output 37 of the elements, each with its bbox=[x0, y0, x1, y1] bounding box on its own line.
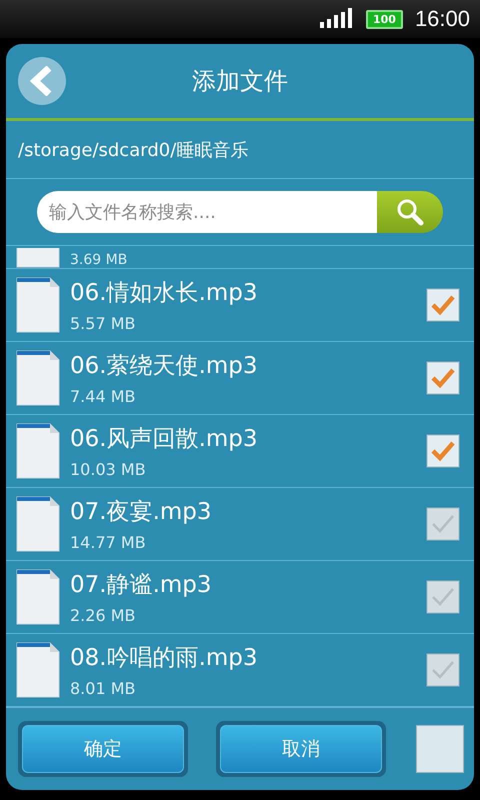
file-icon bbox=[16, 277, 60, 333]
file-name: 06.情如水长.mp3 bbox=[70, 279, 259, 308]
file-size: 3.69 MB bbox=[70, 252, 128, 268]
file-name: 06.风声回散.mp3 bbox=[70, 425, 259, 454]
file-icon bbox=[16, 569, 60, 625]
file-name: 08.吟唱的雨.mp3 bbox=[70, 644, 259, 673]
file-icon bbox=[16, 423, 60, 479]
file-icon bbox=[16, 642, 60, 698]
file-name: 07.静谧.mp3 bbox=[70, 571, 213, 600]
checkbox[interactable] bbox=[426, 507, 460, 541]
confirm-button[interactable]: 确定 bbox=[22, 725, 184, 773]
search-field[interactable]: 输入文件名称搜索.... bbox=[37, 191, 377, 233]
search-icon bbox=[395, 197, 425, 227]
search-button[interactable] bbox=[377, 191, 443, 233]
file-size: 10.03 MB bbox=[70, 460, 147, 479]
checkbox[interactable] bbox=[426, 434, 460, 468]
file-size: 7.44 MB bbox=[70, 387, 136, 406]
dialog-title: 添加文件 bbox=[192, 66, 288, 97]
file-size: 5.57 MB bbox=[70, 314, 136, 333]
file-name: 07.夜宴.mp3 bbox=[70, 498, 213, 527]
folder-path: /storage/sdcard0/睡眠音乐 bbox=[6, 121, 474, 179]
cancel-button[interactable]: 取消 bbox=[220, 725, 382, 773]
battery-icon: 100 bbox=[366, 10, 403, 28]
checkbox[interactable] bbox=[426, 361, 460, 395]
signal-icon bbox=[320, 8, 354, 30]
file-size: 2.26 MB bbox=[70, 606, 136, 625]
file-name: 06.萦绕天使.mp3 bbox=[70, 352, 259, 381]
checkbox[interactable] bbox=[426, 580, 460, 614]
file-size: 8.01 MB bbox=[70, 679, 136, 698]
select-all-checkbox[interactable] bbox=[416, 725, 464, 773]
file-size: 14.77 MB bbox=[70, 533, 147, 552]
back-button[interactable] bbox=[18, 57, 66, 105]
checkbox[interactable] bbox=[426, 653, 460, 687]
clock: 16:00 bbox=[414, 6, 470, 32]
checkbox[interactable] bbox=[426, 288, 460, 322]
file-icon bbox=[16, 350, 60, 406]
file-icon bbox=[16, 496, 60, 552]
